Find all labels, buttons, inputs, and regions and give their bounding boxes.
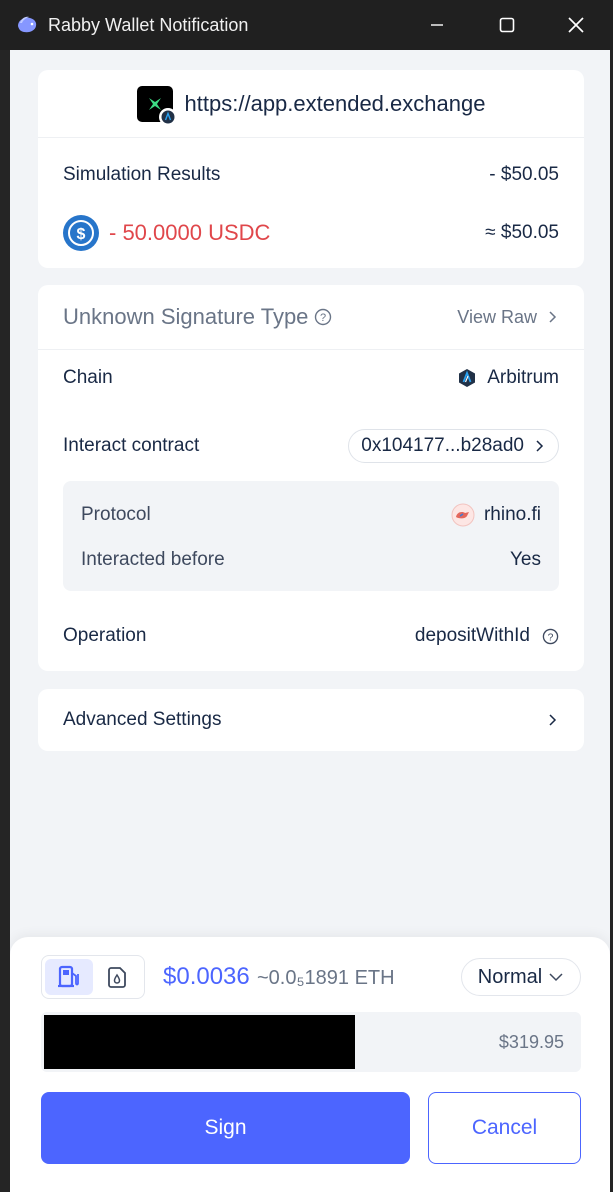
balance-value: $319.95 [498, 1032, 564, 1052]
title-bar: Rabby Wallet Notification [0, 0, 613, 50]
chevron-right-icon [536, 440, 544, 452]
maximize-icon [499, 17, 515, 33]
operation-row: Operation depositWithId ? [63, 625, 559, 647]
contract-address: 0x104177...b28ad0 [361, 435, 524, 456]
site-url: https://app.extended.exchange [184, 90, 486, 116]
help-icon[interactable]: ? [314, 308, 332, 326]
interacted-row: Interacted before Yes [81, 549, 541, 571]
svg-text:?: ? [320, 312, 326, 324]
chain-value: Arbitrum [457, 367, 559, 389]
view-raw-link[interactable]: View Raw [457, 307, 559, 328]
interacted-value: Yes [510, 549, 541, 570]
rabby-logo-icon [14, 12, 40, 38]
minimize-button[interactable] [402, 0, 472, 50]
protocol-name: rhino.fi [483, 504, 541, 525]
arbitrum-badge-icon [158, 107, 177, 126]
close-button[interactable] [541, 0, 611, 50]
gas-cost-usd: $0.0036 [163, 963, 250, 990]
signature-type-label: Unknown Signature Type [63, 304, 309, 329]
gas-account-button[interactable] [93, 959, 141, 995]
cancel-button[interactable]: Cancel [428, 1092, 581, 1164]
minimize-icon [431, 24, 443, 26]
operation-value: depositWithId ? [415, 625, 559, 647]
arbitrum-icon [459, 369, 476, 387]
balance-bar: $319.95 [41, 1012, 581, 1072]
gas-speed-select[interactable]: Normal [461, 958, 581, 996]
signature-header: Unknown Signature Type ? View Raw [38, 285, 584, 350]
chain-row: Chain Arbitrum [63, 367, 559, 389]
simulation-title: Simulation Results [63, 164, 221, 185]
chevron-down-icon [549, 973, 563, 982]
advanced-settings[interactable]: Advanced Settings [38, 689, 584, 751]
chain-name: Arbitrum [487, 367, 559, 388]
protocol-row: Protocol rhino.fi [81, 503, 541, 527]
redacted-region [44, 1015, 355, 1069]
chevron-right-icon [549, 311, 557, 323]
svg-text:$: $ [77, 226, 86, 243]
contract-address-button[interactable]: 0x104177...b28ad0 [348, 429, 559, 463]
operation-label: Operation [63, 625, 147, 646]
chevron-right-icon [549, 714, 557, 726]
signature-card: Unknown Signature Type ? View Raw Chain … [38, 285, 584, 671]
contract-row: Interact contract 0x104177...b28ad0 [63, 429, 559, 463]
simulation-total: - $50.05 [489, 164, 559, 185]
protocol-label: Protocol [81, 504, 151, 525]
maximize-button[interactable] [472, 0, 542, 50]
svg-text:?: ? [548, 632, 554, 643]
window-title: Rabby Wallet Notification [48, 14, 249, 35]
site-logo [136, 85, 177, 126]
protocol-value: rhino.fi [451, 503, 541, 527]
token-change-row: $ - 50.0000 USDC ≈ $50.05 [63, 215, 559, 251]
contract-details: Protocol rhino.fi Interacted before Yes [63, 481, 559, 591]
token-amount: - 50.0000 USDC [109, 220, 271, 245]
chain-label: Chain [63, 367, 113, 388]
close-icon [568, 17, 584, 33]
gas-native-button[interactable] [45, 959, 93, 995]
gas-account-toggle [41, 955, 145, 999]
contract-label: Interact contract [63, 435, 200, 456]
site-card: https://app.extended.exchange Simulation… [38, 70, 584, 268]
sign-button[interactable]: Sign [41, 1092, 410, 1164]
gas-speed-value: Normal [477, 965, 543, 988]
advanced-settings-label: Advanced Settings [63, 709, 222, 730]
gas-cost-eth: ~0.0₅1891 ETH [257, 967, 395, 989]
action-footer: $0.0036 ~0.0₅1891 ETH Normal $319.95 Sig… [10, 937, 610, 1192]
approval-page: https://app.extended.exchange Simulation… [10, 50, 610, 1192]
view-raw-label: View Raw [457, 306, 537, 327]
site-row: https://app.extended.exchange [38, 70, 584, 138]
usdc-icon: $ [63, 215, 99, 251]
token-value: ≈ $50.05 [485, 222, 559, 243]
window-edge [0, 50, 10, 1192]
operation-help-icon[interactable]: ? [542, 628, 559, 645]
gas-account-icon [108, 967, 126, 988]
gas-pump-icon [58, 965, 79, 988]
interacted-label: Interacted before [81, 549, 225, 570]
rhino-fi-icon [451, 503, 475, 527]
simulation-header: Simulation Results - $50.05 [63, 164, 559, 186]
operation-name: depositWithId [414, 625, 530, 646]
signature-type: Unknown Signature Type ? [63, 304, 332, 330]
